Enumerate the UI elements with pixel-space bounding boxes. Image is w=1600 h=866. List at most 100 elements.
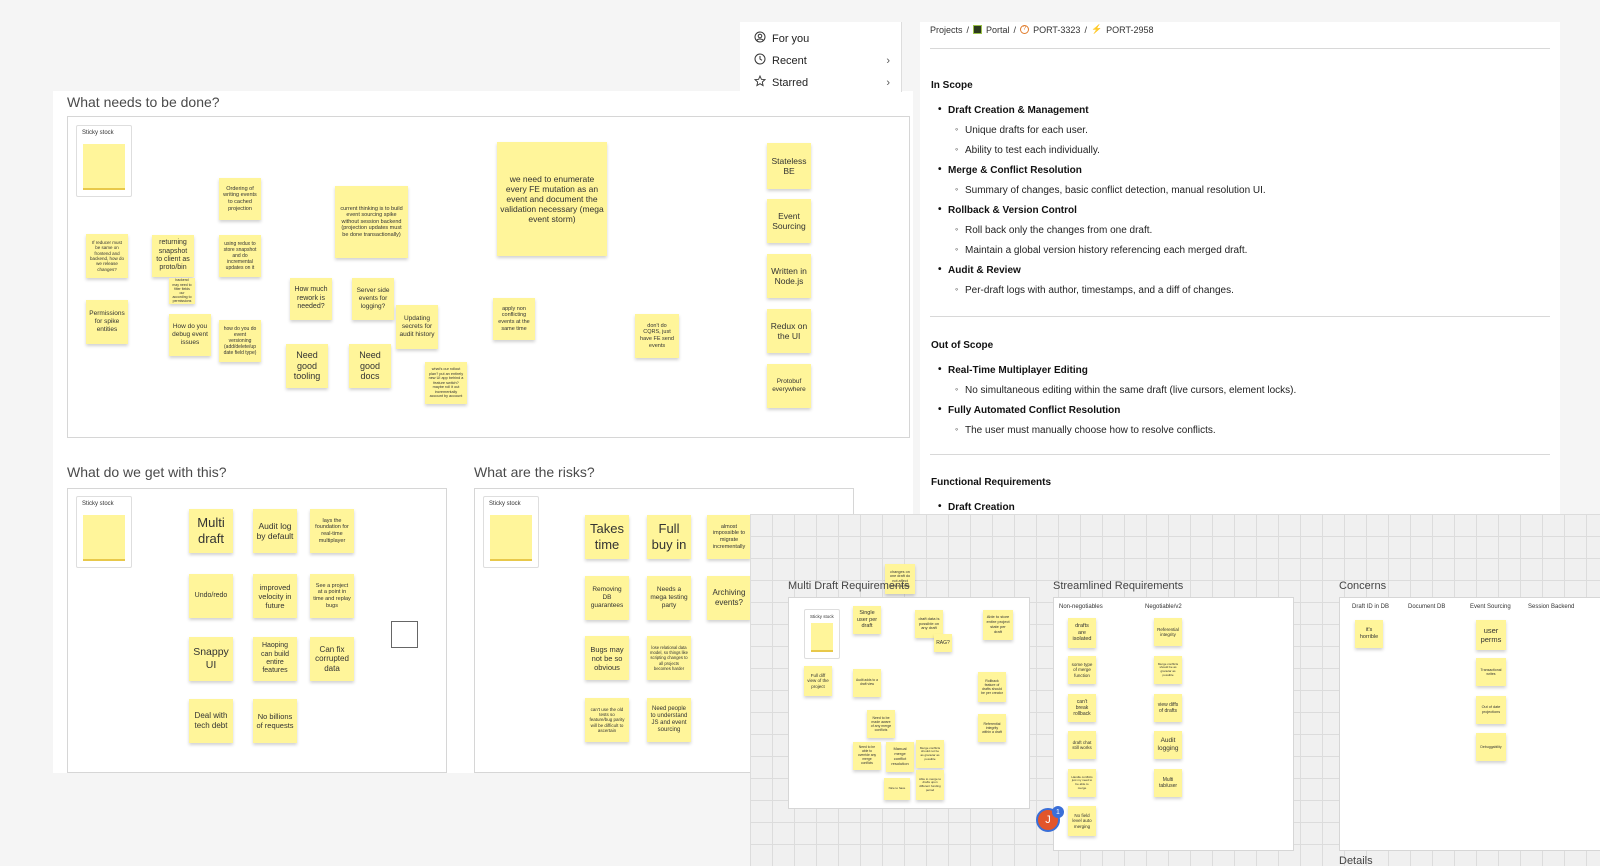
sidebar-item-for-you[interactable]: For you — [754, 31, 894, 46]
breadcrumb-item[interactable]: PORT-3323 — [1033, 25, 1080, 35]
sticky-note[interactable]: how do you do event versioning (add/dele… — [219, 320, 261, 362]
sticky-note[interactable]: Manual merge conflict resolution — [886, 742, 914, 772]
sticky-note[interactable]: returning snapshot to client as proto/bi… — [152, 235, 194, 277]
sticky-note[interactable]: almost impossible to migrate incremental… — [707, 515, 751, 559]
sticky-note[interactable]: No billions of requests — [253, 699, 297, 743]
sticky-note[interactable]: Multi draft — [189, 509, 233, 553]
sticky-note[interactable]: Out of date projections — [1476, 696, 1506, 724]
sticky-note[interactable]: backend may need to filter fields our ac… — [169, 278, 195, 304]
sticky-note[interactable]: Nice to have — [884, 778, 910, 800]
sticky-note[interactable]: lays the foundation for real-time multip… — [310, 509, 354, 553]
sticky-note[interactable]: Able to store entire project state per d… — [983, 610, 1013, 640]
breadcrumb-item[interactable]: Portal — [986, 25, 1010, 35]
sticky-note[interactable]: Written in Node.js — [767, 254, 811, 298]
sticky-note[interactable]: Full diff view of the project — [804, 666, 832, 696]
breadcrumb: Projects / Portal / ? PORT-3323/ ⚡ PORT-29… — [930, 24, 1154, 35]
sticky-note[interactable]: How much rework is needed? — [290, 278, 332, 320]
sticky-note[interactable]: Able to merge to drafts upon different f… — [916, 770, 944, 800]
sticky-note[interactable]: Removing DB guarantees — [585, 576, 629, 620]
sticky-note[interactable]: Need people to understand JS and event s… — [647, 698, 691, 742]
sticky-note[interactable]: Handle conflicts just my need to be able… — [1068, 769, 1096, 797]
divider — [930, 316, 1550, 317]
sticky-note[interactable]: it's horrible — [1355, 620, 1383, 648]
sticky-note[interactable]: Full buy in — [647, 515, 691, 559]
sidebar-item-starred[interactable]: Starred › — [753, 74, 894, 90]
sticky-note[interactable]: apply non conflicting events at the same… — [493, 298, 535, 340]
sticky-note[interactable]: Archiving events? — [707, 576, 751, 620]
sticky-note[interactable]: user perms — [1476, 620, 1506, 650]
sticky-note[interactable]: Referential integrity — [1154, 618, 1182, 646]
sticky-note[interactable]: Audit log by default — [253, 509, 297, 553]
sticky-note[interactable]: No field level auto merging — [1068, 806, 1096, 836]
sticky-note[interactable]: Need good docs — [349, 344, 391, 388]
sticky-note[interactable]: Ordering of writing events to cached pro… — [219, 178, 261, 220]
sticky-note[interactable]: Need to be made aware of any merge confl… — [867, 710, 895, 738]
clock-icon — [754, 53, 766, 68]
sticky-note[interactable]: draft chat still works — [1068, 731, 1096, 759]
sticky-stock[interactable]: Sticky stock — [804, 609, 840, 659]
sidebar-item-label: Recent — [772, 54, 807, 67]
sticky-note[interactable]: Event Sourcing — [767, 199, 811, 243]
sticky-note[interactable]: Transactional writes — [1476, 658, 1506, 686]
chevron-right-icon[interactable]: › — [886, 77, 890, 89]
sticky-note[interactable]: See a project at a point in time and rep… — [310, 574, 354, 618]
heading-out-of-scope: Out of Scope — [931, 340, 994, 351]
sticky-note[interactable]: some type of merge function — [1068, 656, 1096, 684]
sticky-note[interactable]: Can fix corrupted data — [310, 637, 354, 681]
sticky-note[interactable]: view diffs of drafts — [1154, 694, 1182, 722]
sticky-note[interactable]: Permissions for spike entities — [86, 300, 128, 344]
sticky-pad — [83, 144, 125, 188]
sticky-note[interactable]: can't use the old tests so feature/bug p… — [585, 698, 629, 742]
sticky-note[interactable]: current thinking is to build event sourc… — [335, 186, 408, 258]
sticky-note[interactable]: don't do CQRS, just have FE send events — [635, 314, 679, 358]
sticky-note[interactable]: what's our rollout plan? put an entirely… — [425, 362, 467, 404]
column-header: Non-negotiables — [1059, 604, 1103, 610]
sticky-note[interactable]: Undo/redo — [189, 574, 233, 618]
sticky-note[interactable]: Bugs may not be so obvious — [585, 636, 629, 680]
section-title-risks: What are the risks? — [474, 464, 595, 480]
sticky-note[interactable]: If reducer must be same on frontend and … — [86, 234, 128, 278]
sticky-stock[interactable]: Sticky stock — [76, 125, 132, 197]
breadcrumb-item[interactable]: Projects — [930, 25, 963, 35]
sticky-note[interactable]: Multi tab/user — [1154, 769, 1182, 797]
sticky-note[interactable]: Protobuf everywhere — [767, 364, 811, 408]
sticky-note[interactable]: How do you debug event issues — [169, 314, 211, 356]
sticky-note[interactable]: Debuggability — [1476, 733, 1506, 761]
sticky-note[interactable]: Single user per draft — [853, 606, 881, 634]
sticky-note[interactable]: Stateless BE — [767, 143, 811, 189]
sticky-note[interactable]: Haoping can build entire features — [253, 637, 297, 681]
checkbox-shape[interactable] — [391, 621, 418, 648]
list-item: Draft Creation — [938, 501, 1015, 513]
sticky-note[interactable]: Deal with tech debt — [189, 699, 233, 743]
column-header: Draft ID in DB — [1352, 604, 1390, 610]
sticky-stock[interactable]: Sticky stock — [76, 496, 132, 568]
sticky-note[interactable]: Server side events for logging? — [352, 278, 394, 320]
sticky-note[interactable]: Need good tooling — [286, 344, 328, 388]
list-subitem: Ability to test each individually. — [955, 144, 1100, 156]
chevron-right-icon[interactable]: › — [886, 55, 890, 67]
sticky-note[interactable]: Needs a mega testing party — [647, 576, 691, 620]
nav-sidebar: For you Recent › Starred › — [740, 22, 902, 92]
sticky-stock[interactable]: Sticky stock — [483, 496, 539, 568]
sticky-note[interactable]: improved velocity in future — [253, 574, 297, 618]
sticky-note[interactable]: Audit logging — [1154, 731, 1182, 759]
breadcrumb-item[interactable]: PORT-2958 — [1106, 25, 1153, 35]
sticky-note[interactable]: drafts are isolated — [1068, 618, 1096, 648]
sticky-note[interactable]: Snappy UI — [189, 637, 233, 681]
sticky-note[interactable]: Rollback feature of drafts should be per… — [978, 672, 1006, 702]
sticky-note[interactable]: Takes time — [585, 515, 629, 559]
sticky-note[interactable]: can't break rollback — [1068, 694, 1096, 722]
sticky-note[interactable]: Merge conflicts should be as granular as… — [1154, 656, 1182, 684]
sticky-note[interactable]: we need to enumerate every FE mutation a… — [497, 142, 607, 256]
sticky-note[interactable]: using redux to store snapshot and do inc… — [219, 235, 261, 277]
list-subitem: Summary of changes, basic conflict detec… — [955, 184, 1266, 196]
sticky-note[interactable]: Audit adds to a draft view — [853, 669, 881, 697]
sticky-note[interactable]: Need to be able to override any merge co… — [853, 742, 881, 770]
sticky-note[interactable]: RAG? — [934, 634, 952, 652]
sticky-note[interactable]: Updating secrets for audit history — [396, 305, 438, 349]
sticky-note[interactable]: Redux on the UI — [767, 309, 811, 353]
sidebar-item-recent[interactable]: Recent › — [754, 53, 894, 68]
sticky-note[interactable]: lose relational data model, so things li… — [647, 636, 691, 680]
sticky-note[interactable]: Referential integrity within a draft — [978, 714, 1006, 742]
sticky-note[interactable]: Merge conflicts should not be as granula… — [916, 740, 944, 768]
